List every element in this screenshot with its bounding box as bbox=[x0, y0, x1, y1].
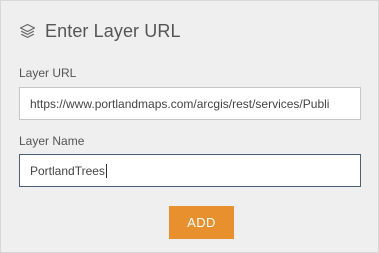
enter-layer-url-panel: Enter Layer URL Layer URL https://www.po… bbox=[0, 0, 379, 253]
add-button[interactable]: ADD bbox=[169, 206, 234, 239]
layer-name-input[interactable]: PortlandTrees bbox=[19, 154, 361, 187]
layer-url-value: https://www.portlandmaps.com/arcgis/rest… bbox=[30, 96, 330, 111]
layer-name-value: PortlandTrees bbox=[30, 163, 105, 178]
layer-url-label: Layer URL bbox=[19, 66, 77, 80]
text-caret bbox=[105, 163, 107, 178]
panel-header: Enter Layer URL bbox=[19, 19, 181, 43]
layer-url-input[interactable]: https://www.portlandmaps.com/arcgis/rest… bbox=[19, 87, 361, 120]
layer-name-label: Layer Name bbox=[19, 134, 85, 148]
page-title: Enter Layer URL bbox=[45, 20, 181, 41]
layers-icon bbox=[19, 23, 36, 40]
